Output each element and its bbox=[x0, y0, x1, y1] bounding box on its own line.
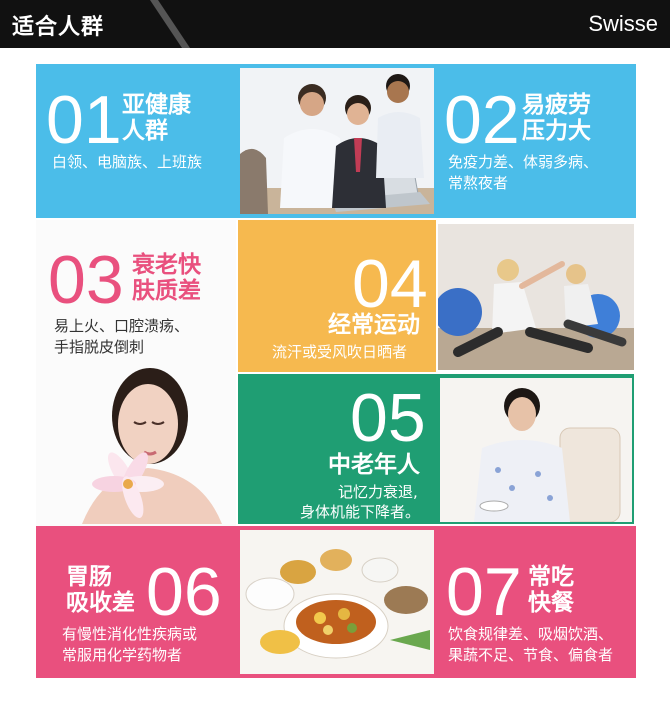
group-06-desc-line1: 有慢性消化性疾病或 bbox=[62, 625, 198, 643]
group-03-number: 03 bbox=[48, 242, 124, 318]
brand-logo: Swisse bbox=[588, 11, 658, 36]
group-07-desc-line2: 果蔬不足、节食、偏食者 bbox=[448, 646, 614, 664]
group-07-desc-line1: 饮食规律差、吸烟饮酒、 bbox=[448, 625, 614, 643]
group-03-desc-line2: 手指脱皮倒刺 bbox=[54, 338, 145, 356]
group-03-title-line1: 衰老快 bbox=[132, 252, 201, 278]
group-06-desc-line2: 常服用化学药物者 bbox=[62, 646, 183, 664]
group-01-title-line1: 亚健康 bbox=[122, 92, 191, 118]
group-05-desc-line2: 身体机能下降者。 bbox=[300, 503, 421, 521]
group-01-title-line2: 人群 bbox=[122, 118, 168, 144]
fast-food-meal-photo bbox=[240, 530, 434, 674]
page-title: 适合人群 bbox=[12, 15, 105, 40]
group-04-desc: 流汗或受风吹日晒者 bbox=[272, 343, 408, 361]
group-01-desc: 白领、电脑族、上班族 bbox=[52, 153, 203, 171]
group-06-title-line1: 胃肠 bbox=[66, 564, 112, 590]
office-team-photo bbox=[240, 68, 434, 214]
header-divider-slash bbox=[150, 0, 190, 48]
group-02-number: 02 bbox=[444, 82, 520, 158]
exercise-class-photo bbox=[438, 224, 634, 370]
group-03-desc-line1: 易上火、口腔溃疡、 bbox=[54, 317, 190, 335]
group-04-title: 经常运动 bbox=[328, 312, 420, 338]
group-07-number: 07 bbox=[446, 554, 522, 630]
group-02-title-line2: 压力大 bbox=[522, 118, 591, 144]
group-01-number: 01 bbox=[46, 82, 122, 158]
group-07-title-line1: 常吃 bbox=[528, 564, 574, 590]
group-04-number: 04 bbox=[352, 246, 428, 322]
group-05-desc-line1: 记忆力衰退, bbox=[338, 483, 418, 501]
group-05-title: 中老年人 bbox=[328, 452, 420, 478]
group-05-number: 05 bbox=[350, 380, 426, 456]
group-02-desc-line2: 常熬夜者 bbox=[448, 174, 509, 192]
older-woman-photo bbox=[440, 378, 632, 522]
woman-lily-photo bbox=[52, 356, 234, 524]
group-03-title-line2: 肤质差 bbox=[132, 278, 201, 304]
group-07-title-line2: 快餐 bbox=[528, 590, 574, 616]
group-06-number: 06 bbox=[146, 554, 222, 630]
group-02-title-line1: 易疲劳 bbox=[522, 92, 591, 118]
group-02-desc-line1: 免疫力差、体弱多病、 bbox=[448, 153, 599, 171]
group-06-title-line2: 吸收差 bbox=[66, 590, 135, 616]
